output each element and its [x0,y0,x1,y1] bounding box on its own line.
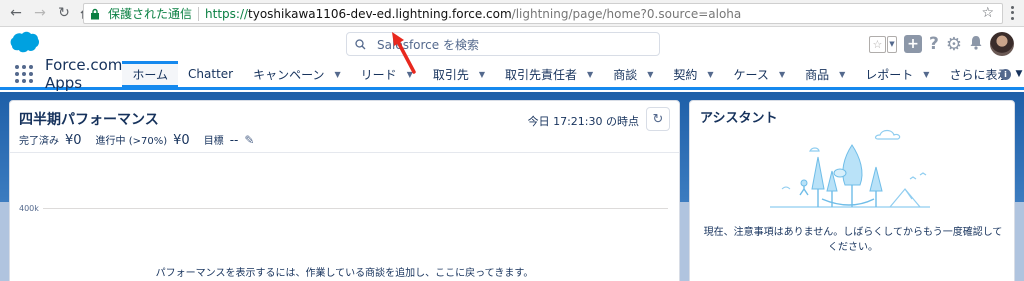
assistant-title: アシスタント [700,111,778,126]
global-header: Salesforce を検索 ☆ ▼ + ? ⚙ [0,28,1024,60]
nav-item-label: 取引先 [432,67,469,82]
lock-icon [90,8,106,20]
nav-item-label: ケース [733,67,769,82]
closed-value: ¥0 [65,133,82,148]
url-path: /lightning/page/home?0.source=aloha [511,6,742,21]
refresh-icon: ↻ [652,111,664,127]
chevron-down-icon[interactable]: ▼ [647,70,653,79]
nav-item-label: ホーム [132,68,169,82]
browser-menu-icon[interactable] [1006,5,1018,21]
edit-pencil-icon[interactable]: ✎ [244,133,254,147]
nav-item-label: 商品 [805,67,830,82]
header-actions: ☆ ▼ + ? ⚙ [868,32,1014,56]
performance-title: 四半期パフォーマンス [19,112,159,128]
performance-empty-message: パフォーマンスを表示するには、作業している商談を追加し、ここに戻ってきます。 [155,268,534,279]
goal-label: 目標 [203,136,224,147]
performance-card: 四半期パフォーマンス 今日 17:21:30 の時点 ↻ 完了済み ¥0 進行中… [9,100,680,281]
open-value: ¥0 [173,133,190,148]
nav-item[interactable]: Chatter [178,61,243,87]
chevron-down-icon[interactable]: ▼ [839,70,845,79]
card-divider [10,152,679,153]
performance-stats: 完了済み ¥0 進行中 (>70%) ¥0 目標 -- ✎ [19,132,254,148]
notifications-bell-icon[interactable] [969,35,983,53]
nav-item[interactable]: 取引先 ▼ [423,61,495,87]
nav-item[interactable]: レポート ▼ [855,61,939,87]
forward-icon[interactable]: → [30,3,50,23]
chart-grid-line [43,208,668,209]
refresh-button[interactable]: ↻ [646,107,670,131]
assistant-illustration [760,127,940,220]
browser-toolbar: ← → ↻ 保護された通信 https:// tyoshikawa1106-de… [0,0,1024,27]
caret-down-icon: ▼ [1015,69,1023,79]
address-bar[interactable]: 保護された通信 https:// tyoshikawa1106-dev-ed.l… [83,3,1003,24]
nav-item[interactable]: キャンペーン ▼ [243,61,351,87]
nav-item-label: 取引先責任者 [505,67,578,82]
nav-item[interactable]: ホーム [122,61,179,87]
back-icon[interactable]: ← [6,3,26,23]
search-icon [355,38,369,50]
nav-item[interactable]: 商品 ▼ [795,61,855,87]
reload-icon[interactable]: ↻ [54,3,74,23]
nav-item[interactable]: ケース ▼ [724,61,796,87]
assistant-message: 現在、注意事項はありません。しばらくしてからもう一度確認してください。 [703,227,1003,253]
help-icon[interactable]: ? [929,34,939,54]
nav-items: ホーム Chatter キャンペーン ▼ リード ▼ 取引先 ▼ 取引先責任者 ▼ 商談 ▼ 契約 ▼ ケー… [122,61,939,87]
url-host: tyoshikawa1106-dev-ed.lightning.force.co… [248,6,512,21]
open-label: 進行中 (>70%) [95,136,168,147]
global-actions-plus-icon[interactable]: + [903,35,922,53]
app-nav-bar: Force.com Apps ホーム Chatter キャンペーン ▼ リード ▼ 取引先 ▼… [0,56,1024,92]
closed-label: 完了済み [19,136,59,147]
chevron-down-icon[interactable]: ▼ [587,70,593,79]
nav-item-label: レポート [865,67,914,82]
nav-item[interactable]: 取引先責任者 ▼ [495,61,603,87]
app-launcher-icon[interactable] [15,61,33,87]
url-divider [198,6,200,21]
bookmark-star-icon[interactable]: ☆ [981,5,994,21]
info-icon[interactable]: i [1000,69,1011,80]
secure-label: 保護された通信 [108,7,193,21]
salesforce-logo[interactable] [10,31,40,56]
app-name: Force.com Apps [45,56,123,92]
setup-gear-icon[interactable]: ⚙ [946,34,962,55]
chevron-down-icon[interactable]: ▼ [479,70,485,79]
assistant-card: アシスタント 現在、注意事項はありません。しばらくしてからもう一度確認してくださ… [689,100,1015,281]
nav-item-label: キャンペーン [253,67,325,82]
chevron-down-icon[interactable]: ▼ [779,70,785,79]
y-axis-tick-label: 400k [19,204,39,213]
user-avatar[interactable] [990,32,1014,56]
nav-more-button[interactable]: さらに表示 ▼ [939,61,1024,87]
favorites-star-icon[interactable]: ☆ [868,35,886,53]
nav-item[interactable]: 契約 ▼ [663,61,723,87]
nav-item-label: Chatter [188,67,234,81]
goal-value: -- [229,133,239,147]
chevron-down-icon[interactable]: ▼ [923,70,929,79]
nav-item[interactable]: 商談 ▼ [603,61,663,87]
nav-item-label: 商談 [613,67,638,82]
performance-timestamp: 今日 17:21:30 の時点 [527,115,639,128]
red-arrow-annotation [390,32,420,77]
nav-item-label: 契約 [673,67,698,82]
chevron-down-icon[interactable]: ▼ [335,70,341,79]
favorites-dropdown-icon[interactable]: ▼ [886,35,897,53]
url-scheme: https:// [205,6,249,21]
chevron-down-icon[interactable]: ▼ [707,70,713,79]
